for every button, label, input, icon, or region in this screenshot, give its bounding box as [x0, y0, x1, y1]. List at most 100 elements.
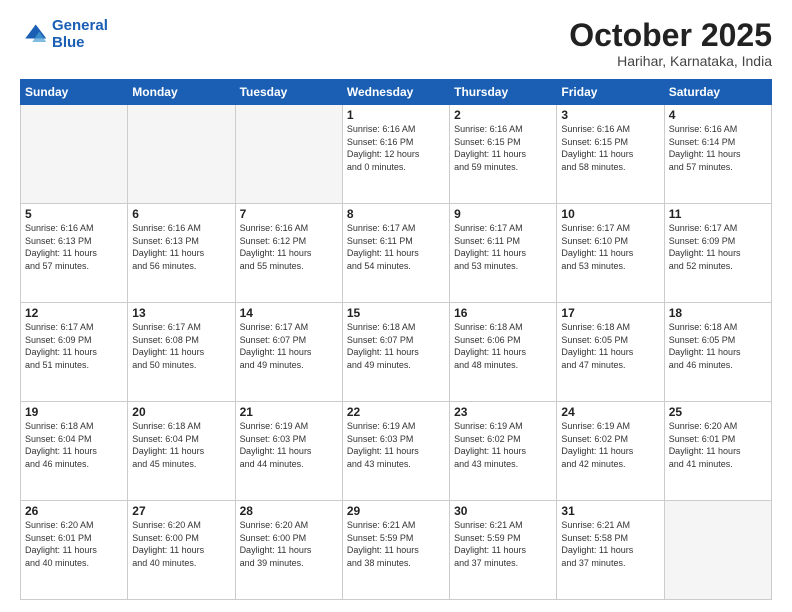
- day-info: Sunrise: 6:17 AM Sunset: 6:10 PM Dayligh…: [561, 222, 659, 272]
- day-number: 9: [454, 207, 552, 221]
- day-number: 4: [669, 108, 767, 122]
- day-info: Sunrise: 6:18 AM Sunset: 6:04 PM Dayligh…: [25, 420, 123, 470]
- calendar-cell: 6Sunrise: 6:16 AM Sunset: 6:13 PM Daylig…: [128, 204, 235, 303]
- month-title: October 2025: [569, 18, 772, 53]
- calendar-cell: 30Sunrise: 6:21 AM Sunset: 5:59 PM Dayli…: [450, 501, 557, 600]
- day-info: Sunrise: 6:17 AM Sunset: 6:09 PM Dayligh…: [669, 222, 767, 272]
- day-number: 30: [454, 504, 552, 518]
- header-friday: Friday: [557, 80, 664, 105]
- day-number: 12: [25, 306, 123, 320]
- day-info: Sunrise: 6:17 AM Sunset: 6:11 PM Dayligh…: [347, 222, 445, 272]
- day-info: Sunrise: 6:16 AM Sunset: 6:13 PM Dayligh…: [132, 222, 230, 272]
- logo-text: General Blue: [52, 18, 108, 51]
- week-row-1: 1Sunrise: 6:16 AM Sunset: 6:16 PM Daylig…: [21, 105, 772, 204]
- logo-icon: [20, 21, 48, 49]
- calendar-cell: 2Sunrise: 6:16 AM Sunset: 6:15 PM Daylig…: [450, 105, 557, 204]
- day-number: 10: [561, 207, 659, 221]
- week-row-4: 19Sunrise: 6:18 AM Sunset: 6:04 PM Dayli…: [21, 402, 772, 501]
- day-info: Sunrise: 6:19 AM Sunset: 6:02 PM Dayligh…: [561, 420, 659, 470]
- day-info: Sunrise: 6:18 AM Sunset: 6:07 PM Dayligh…: [347, 321, 445, 371]
- day-number: 1: [347, 108, 445, 122]
- header-thursday: Thursday: [450, 80, 557, 105]
- day-number: 11: [669, 207, 767, 221]
- calendar-cell: [664, 501, 771, 600]
- day-info: Sunrise: 6:16 AM Sunset: 6:15 PM Dayligh…: [454, 123, 552, 173]
- header-monday: Monday: [128, 80, 235, 105]
- day-info: Sunrise: 6:16 AM Sunset: 6:14 PM Dayligh…: [669, 123, 767, 173]
- day-number: 17: [561, 306, 659, 320]
- day-number: 2: [454, 108, 552, 122]
- calendar-cell: 23Sunrise: 6:19 AM Sunset: 6:02 PM Dayli…: [450, 402, 557, 501]
- day-info: Sunrise: 6:18 AM Sunset: 6:04 PM Dayligh…: [132, 420, 230, 470]
- day-number: 8: [347, 207, 445, 221]
- day-info: Sunrise: 6:21 AM Sunset: 5:59 PM Dayligh…: [454, 519, 552, 569]
- day-number: 25: [669, 405, 767, 419]
- day-info: Sunrise: 6:17 AM Sunset: 6:11 PM Dayligh…: [454, 222, 552, 272]
- calendar-cell: 14Sunrise: 6:17 AM Sunset: 6:07 PM Dayli…: [235, 303, 342, 402]
- day-number: 13: [132, 306, 230, 320]
- calendar-cell: 12Sunrise: 6:17 AM Sunset: 6:09 PM Dayli…: [21, 303, 128, 402]
- location: Harihar, Karnataka, India: [569, 53, 772, 69]
- calendar-cell: [235, 105, 342, 204]
- day-number: 21: [240, 405, 338, 419]
- day-number: 31: [561, 504, 659, 518]
- logo-line1: General: [52, 17, 108, 34]
- calendar-cell: 21Sunrise: 6:19 AM Sunset: 6:03 PM Dayli…: [235, 402, 342, 501]
- calendar-cell: 28Sunrise: 6:20 AM Sunset: 6:00 PM Dayli…: [235, 501, 342, 600]
- day-info: Sunrise: 6:19 AM Sunset: 6:03 PM Dayligh…: [240, 420, 338, 470]
- day-info: Sunrise: 6:18 AM Sunset: 6:05 PM Dayligh…: [561, 321, 659, 371]
- calendar-cell: 18Sunrise: 6:18 AM Sunset: 6:05 PM Dayli…: [664, 303, 771, 402]
- calendar-cell: [128, 105, 235, 204]
- header-saturday: Saturday: [664, 80, 771, 105]
- day-number: 24: [561, 405, 659, 419]
- day-number: 29: [347, 504, 445, 518]
- calendar-cell: 31Sunrise: 6:21 AM Sunset: 5:58 PM Dayli…: [557, 501, 664, 600]
- calendar-cell: 8Sunrise: 6:17 AM Sunset: 6:11 PM Daylig…: [342, 204, 449, 303]
- calendar-cell: 29Sunrise: 6:21 AM Sunset: 5:59 PM Dayli…: [342, 501, 449, 600]
- day-number: 3: [561, 108, 659, 122]
- calendar-cell: [21, 105, 128, 204]
- day-number: 28: [240, 504, 338, 518]
- header: General Blue October 2025 Harihar, Karna…: [20, 18, 772, 69]
- day-info: Sunrise: 6:17 AM Sunset: 6:09 PM Dayligh…: [25, 321, 123, 371]
- calendar-cell: 7Sunrise: 6:16 AM Sunset: 6:12 PM Daylig…: [235, 204, 342, 303]
- calendar-cell: 15Sunrise: 6:18 AM Sunset: 6:07 PM Dayli…: [342, 303, 449, 402]
- day-number: 15: [347, 306, 445, 320]
- day-info: Sunrise: 6:18 AM Sunset: 6:05 PM Dayligh…: [669, 321, 767, 371]
- day-info: Sunrise: 6:16 AM Sunset: 6:16 PM Dayligh…: [347, 123, 445, 173]
- logo: General Blue: [20, 18, 108, 51]
- day-number: 22: [347, 405, 445, 419]
- day-number: 7: [240, 207, 338, 221]
- calendar-cell: 9Sunrise: 6:17 AM Sunset: 6:11 PM Daylig…: [450, 204, 557, 303]
- calendar-cell: 4Sunrise: 6:16 AM Sunset: 6:14 PM Daylig…: [664, 105, 771, 204]
- calendar-cell: 17Sunrise: 6:18 AM Sunset: 6:05 PM Dayli…: [557, 303, 664, 402]
- calendar-cell: 16Sunrise: 6:18 AM Sunset: 6:06 PM Dayli…: [450, 303, 557, 402]
- page: General Blue October 2025 Harihar, Karna…: [0, 0, 792, 612]
- day-info: Sunrise: 6:20 AM Sunset: 6:01 PM Dayligh…: [25, 519, 123, 569]
- calendar-cell: 13Sunrise: 6:17 AM Sunset: 6:08 PM Dayli…: [128, 303, 235, 402]
- calendar-table: Sunday Monday Tuesday Wednesday Thursday…: [20, 79, 772, 600]
- day-number: 6: [132, 207, 230, 221]
- day-number: 5: [25, 207, 123, 221]
- day-info: Sunrise: 6:16 AM Sunset: 6:13 PM Dayligh…: [25, 222, 123, 272]
- header-wednesday: Wednesday: [342, 80, 449, 105]
- calendar-cell: 26Sunrise: 6:20 AM Sunset: 6:01 PM Dayli…: [21, 501, 128, 600]
- calendar-cell: 3Sunrise: 6:16 AM Sunset: 6:15 PM Daylig…: [557, 105, 664, 204]
- calendar-cell: 19Sunrise: 6:18 AM Sunset: 6:04 PM Dayli…: [21, 402, 128, 501]
- day-info: Sunrise: 6:16 AM Sunset: 6:12 PM Dayligh…: [240, 222, 338, 272]
- day-number: 14: [240, 306, 338, 320]
- calendar-cell: 5Sunrise: 6:16 AM Sunset: 6:13 PM Daylig…: [21, 204, 128, 303]
- day-number: 18: [669, 306, 767, 320]
- calendar-cell: 11Sunrise: 6:17 AM Sunset: 6:09 PM Dayli…: [664, 204, 771, 303]
- day-number: 27: [132, 504, 230, 518]
- day-info: Sunrise: 6:19 AM Sunset: 6:03 PM Dayligh…: [347, 420, 445, 470]
- day-number: 23: [454, 405, 552, 419]
- day-info: Sunrise: 6:21 AM Sunset: 5:58 PM Dayligh…: [561, 519, 659, 569]
- logo-line2: Blue: [52, 34, 85, 51]
- calendar-cell: 27Sunrise: 6:20 AM Sunset: 6:00 PM Dayli…: [128, 501, 235, 600]
- header-tuesday: Tuesday: [235, 80, 342, 105]
- day-number: 26: [25, 504, 123, 518]
- day-info: Sunrise: 6:20 AM Sunset: 6:01 PM Dayligh…: [669, 420, 767, 470]
- day-info: Sunrise: 6:18 AM Sunset: 6:06 PM Dayligh…: [454, 321, 552, 371]
- day-info: Sunrise: 6:21 AM Sunset: 5:59 PM Dayligh…: [347, 519, 445, 569]
